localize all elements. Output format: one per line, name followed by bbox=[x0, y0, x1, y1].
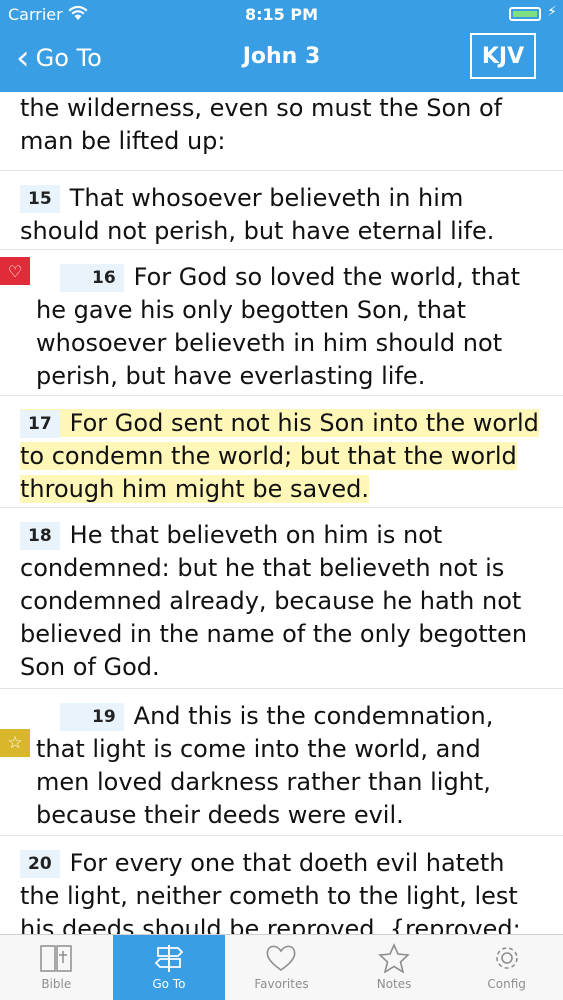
nav-header: Carrier 8:15 PM ⚡ ‹ Go To John 3 KJV bbox=[0, 0, 563, 92]
tab-config[interactable]: Config bbox=[450, 935, 563, 1000]
verse-item[interactable]: the wilderness, even so must the Son of … bbox=[0, 92, 563, 171]
verse-text: For every one that doeth evil hateth the… bbox=[20, 849, 521, 934]
favorite-heart-icon[interactable]: ♡ bbox=[0, 257, 30, 285]
verse-list[interactable]: the wilderness, even so must the Son of … bbox=[0, 92, 563, 934]
charging-icon: ⚡ bbox=[547, 4, 557, 20]
verse-item[interactable]: 17 For God sent not his Son into the worl… bbox=[0, 396, 563, 508]
verse-item[interactable]: 18 He that believeth on him is not condem… bbox=[0, 508, 563, 689]
tab-go-to[interactable]: Go To bbox=[112, 935, 226, 1000]
version-button[interactable]: KJV bbox=[470, 33, 536, 79]
verse-text: For God sent not his Son into the world … bbox=[20, 409, 539, 503]
clock: 8:15 PM bbox=[244, 5, 318, 24]
gear-icon bbox=[495, 947, 518, 969]
verse-number: 20 bbox=[20, 850, 60, 878]
verse-item[interactable]: 20 For every one that doeth evil hateth t… bbox=[0, 836, 563, 934]
verse-highlight: 17 For God sent not his Son into the worl… bbox=[20, 409, 539, 503]
tab-notes[interactable]: Notes bbox=[338, 935, 451, 1000]
verse-item[interactable]: 19 And this is the condemnation, that lig… bbox=[0, 689, 563, 836]
tab-label: Config bbox=[487, 977, 526, 991]
verse-number: 17 bbox=[20, 410, 60, 438]
status-bar: Carrier 8:15 PM ⚡ bbox=[0, 0, 563, 30]
verse-text: the wilderness, even so must the Son of … bbox=[20, 94, 503, 155]
tab-label: Favorites bbox=[254, 977, 309, 991]
tab-label: Go To bbox=[152, 977, 186, 991]
battery-icon bbox=[509, 7, 541, 21]
heart-icon bbox=[267, 945, 296, 971]
tab-label: Bible bbox=[41, 977, 72, 991]
signpost-icon bbox=[154, 945, 184, 972]
verse-text: That whosoever believeth in him should n… bbox=[20, 184, 495, 245]
verse-number: 19 bbox=[60, 703, 124, 731]
note-star-icon[interactable]: ☆ bbox=[0, 729, 30, 757]
verse-text: He that believeth on him is not condemne… bbox=[20, 521, 528, 681]
tab-bar: Bible Go To Favorites Notes Config bbox=[0, 934, 563, 1000]
verse-item[interactable]: 16 For God so loved the world, that he ga… bbox=[0, 250, 563, 396]
tab-favorites[interactable]: Favorites bbox=[225, 935, 338, 1000]
verse-item[interactable]: 15 That whosoever believeth in him should… bbox=[0, 171, 563, 250]
star-icon bbox=[378, 943, 410, 973]
book-icon bbox=[40, 945, 73, 972]
verse-number: 15 bbox=[20, 185, 60, 213]
tab-label: Notes bbox=[376, 977, 412, 991]
verse-number: 16 bbox=[60, 264, 124, 292]
verse-number: 18 bbox=[20, 522, 60, 550]
tab-bible[interactable]: Bible bbox=[0, 935, 113, 1000]
